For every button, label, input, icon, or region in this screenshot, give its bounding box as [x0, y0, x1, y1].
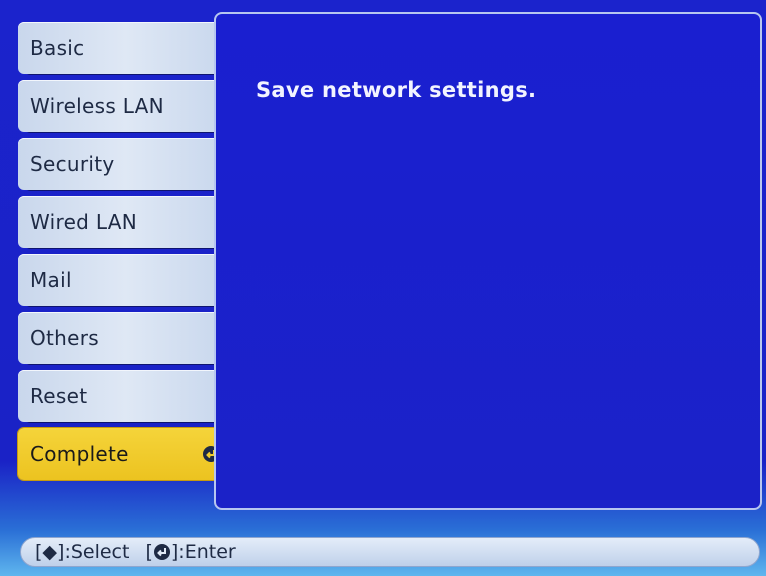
enter-icon — [153, 544, 170, 560]
sidebar-item-security[interactable]: Security — [18, 138, 214, 190]
sidebar-item-label: Wired LAN — [30, 210, 137, 234]
main-panel: Save network settings. — [214, 12, 762, 510]
sidebar: Basic Wireless LAN Security Wired LAN Ma… — [18, 22, 232, 486]
enter-label: :Enter — [178, 541, 236, 563]
bracket-open: [ — [145, 541, 153, 563]
sidebar-item-label: Security — [30, 152, 115, 176]
sidebar-item-label: Wireless LAN — [30, 94, 164, 118]
sidebar-item-label: Basic — [30, 36, 85, 60]
sidebar-item-others[interactable]: Others — [18, 312, 214, 364]
sidebar-item-reset[interactable]: Reset — [18, 370, 214, 422]
sidebar-item-mail[interactable]: Mail — [18, 254, 214, 306]
enter-hint: [ ] :Enter — [145, 541, 235, 563]
select-label: :Select — [64, 541, 130, 563]
panel-message: Save network settings. — [256, 78, 537, 102]
select-hint: [◆] :Select — [35, 541, 129, 563]
up-down-arrow-icon: [◆] — [35, 541, 65, 563]
sidebar-item-label: Others — [30, 326, 100, 350]
sidebar-item-wireless-lan[interactable]: Wireless LAN — [18, 80, 214, 132]
sidebar-item-label: Complete — [30, 442, 129, 466]
sidebar-item-label: Reset — [30, 384, 88, 408]
sidebar-item-complete[interactable]: Complete — [18, 428, 230, 480]
bracket-close: ] — [170, 541, 179, 563]
sidebar-item-basic[interactable]: Basic — [18, 22, 214, 74]
projector-network-menu: Basic Wireless LAN Security Wired LAN Ma… — [0, 0, 766, 576]
sidebar-item-label: Mail — [30, 268, 72, 292]
key-hint-bar: [◆] :Select [ ] :Enter — [20, 537, 760, 567]
sidebar-item-wired-lan[interactable]: Wired LAN — [18, 196, 214, 248]
